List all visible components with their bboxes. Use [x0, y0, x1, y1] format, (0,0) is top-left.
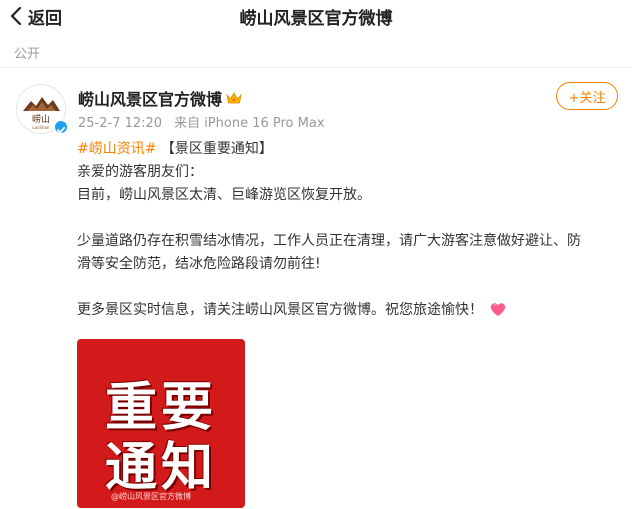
- visibility-label: 公开: [14, 47, 41, 62]
- post-time: 25-2-7 12:20: [78, 116, 163, 131]
- post-line-2: 目前，崂山风景区太清、巨峰游览区恢复开放。: [77, 187, 371, 203]
- post-line-3: 少量道路仍存在积雪结冰情况，工作人员正在清理，请广大游客注意做好避让、防: [77, 233, 581, 249]
- page-title: 崂山风景区官方微博: [239, 9, 393, 29]
- notice-image-line-2: 通知: [104, 438, 217, 498]
- post-line-5-text: 更多景区实时信息，请关注崂山风景区官方微博。祝您旅途愉快！: [77, 302, 483, 318]
- author-row: 崂山风景区官方微博: [78, 86, 242, 110]
- image-watermark: @崂山风景区官方微博: [111, 492, 191, 501]
- svg-text:崂山: 崂山: [32, 114, 50, 125]
- author-name[interactable]: 崂山风景区官方微博: [78, 86, 222, 110]
- post-meta: 25-2-7 12:20 来自 iPhone 16 Pro Max: [78, 112, 325, 131]
- post-line-5: 更多景区实时信息，请关注崂山风景区官方微博。祝您旅途愉快！: [77, 299, 622, 322]
- svg-text:LaoShan: LaoShan: [32, 125, 50, 130]
- post-source: 来自 iPhone 16 Pro Max: [174, 116, 325, 131]
- post-line-headline: #崂山资讯# 【景区重要通知】: [77, 138, 622, 161]
- post-body: #崂山资讯# 【景区重要通知】 亲爱的游客朋友们： 目前，崂山风景区太清、巨峰游…: [77, 138, 622, 322]
- verified-badge-icon: [53, 119, 69, 135]
- avatar[interactable]: 崂山 LaoShan: [16, 84, 69, 135]
- follow-button[interactable]: +关注: [556, 82, 618, 110]
- post-line-4: 滑等安全防范，结冰危险路段请勿前往!: [77, 256, 321, 272]
- crown-icon: [226, 92, 242, 104]
- notice-image[interactable]: 重要 通知 @崂山风景区官方微博: [77, 339, 245, 508]
- visibility-label-row: 公开: [0, 34, 632, 68]
- post-line-1: 亲爱的游客朋友们：: [77, 164, 203, 180]
- hashtag-link[interactable]: #崂山资讯#: [77, 141, 156, 157]
- heart-emoji-icon: [490, 303, 506, 316]
- post-headline: 【景区重要通知】: [160, 141, 273, 157]
- weibo-post: 崂山 LaoShan 崂山风景区官方微博 25-2-7 12:20 来自 iPho…: [0, 68, 632, 509]
- top-bar: 返回 崂山风景区官方微博: [0, 0, 632, 34]
